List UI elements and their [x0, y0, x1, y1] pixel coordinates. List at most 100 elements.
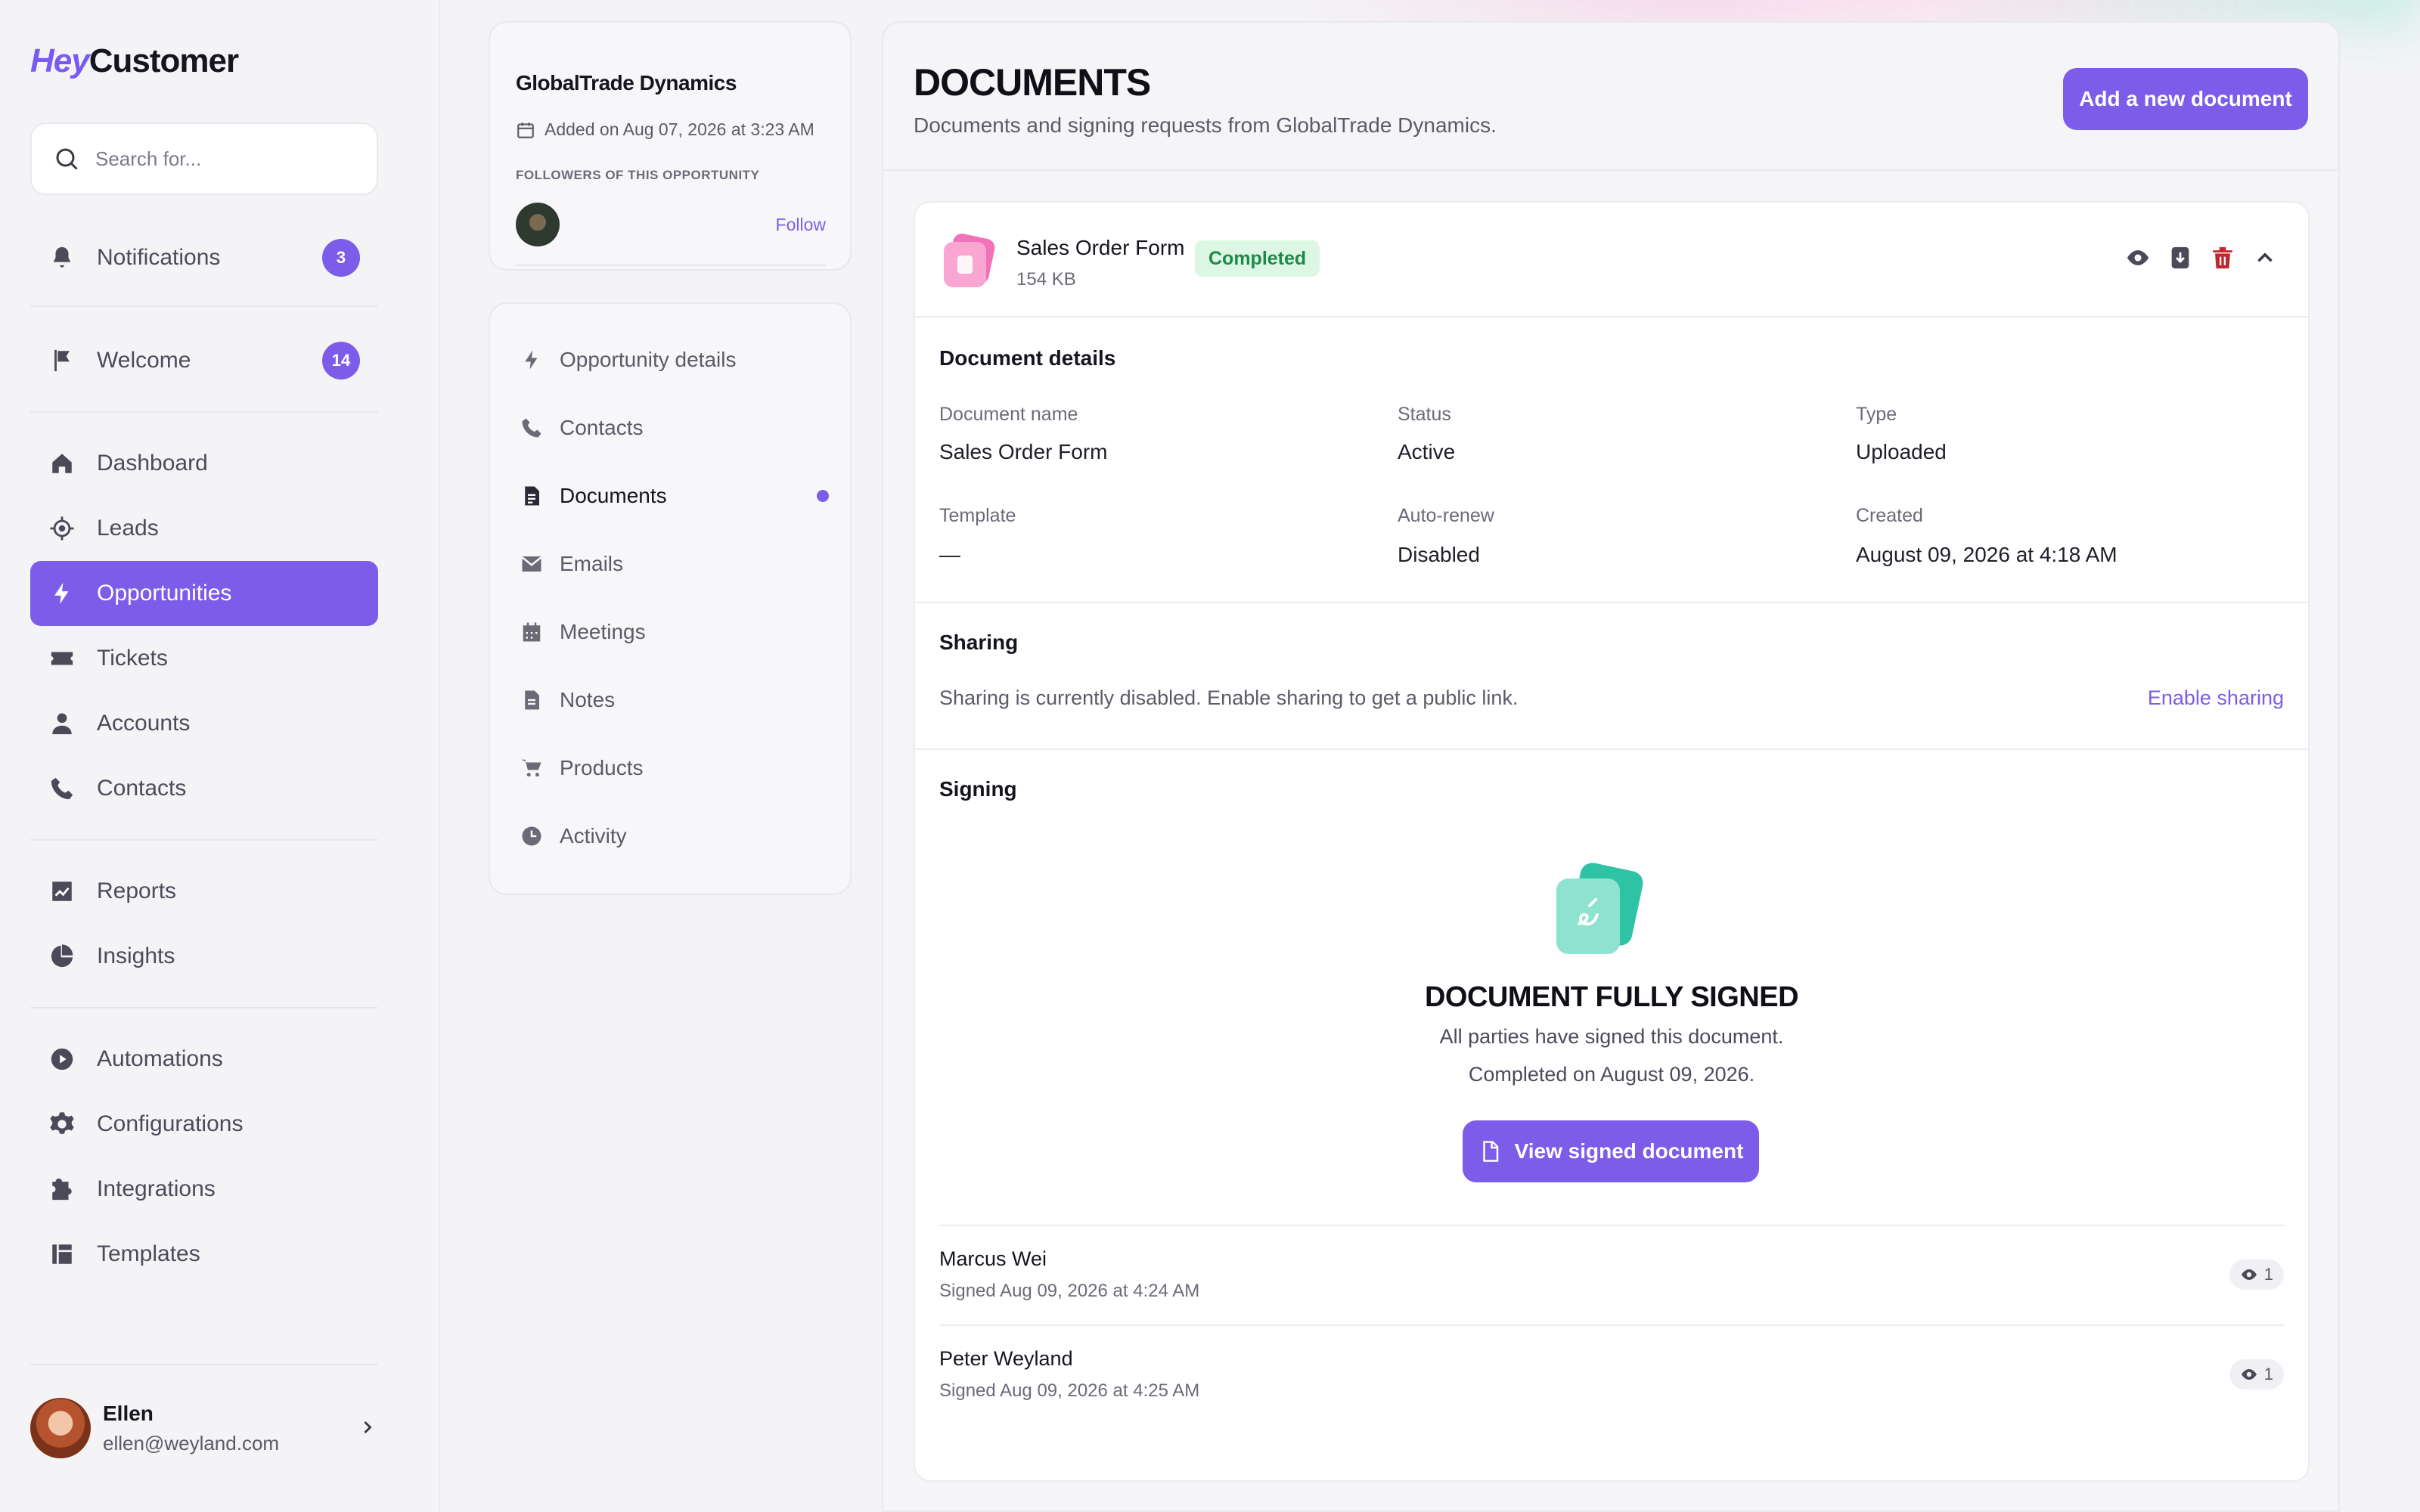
document-name-label: Document name — [939, 404, 1078, 425]
sidebar-item-templates[interactable]: Templates — [30, 1222, 378, 1287]
play-icon — [48, 1046, 76, 1073]
user-name: Ellen — [103, 1401, 154, 1425]
sidebar-item-notifications[interactable]: Notifications 3 — [30, 225, 378, 290]
sidebar-item-opportunities[interactable]: Opportunities — [30, 561, 378, 626]
pink-document-icon — [944, 234, 995, 287]
sidebar-item-label: Reports — [97, 878, 177, 903]
trash-icon[interactable] — [2210, 245, 2235, 271]
sidebar-item-label: Insights — [97, 943, 175, 968]
section-divider — [915, 602, 2308, 603]
status-badge: Completed — [1195, 240, 1320, 277]
subnav-item-activity[interactable]: Activity — [519, 813, 829, 859]
search-placeholder: Search for... — [95, 147, 202, 170]
sidebar-item-insights[interactable]: Insights — [30, 924, 378, 989]
sidebar-item-configurations[interactable]: Configurations — [30, 1092, 378, 1157]
brand-logo[interactable]: Hey Customer — [30, 42, 239, 91]
signer-row: Peter Weyland Signed Aug 09, 2026 at 4:2… — [939, 1325, 2284, 1423]
welcome-count-badge: 14 — [322, 342, 360, 380]
type-label: Type — [1856, 404, 1897, 425]
sidebar-item-accounts[interactable]: Accounts — [30, 691, 378, 756]
followers-label: FOLLOWERS OF THIS OPPORTUNITY — [516, 168, 760, 182]
section-divider — [915, 748, 2308, 750]
chevron-up-icon[interactable] — [2252, 245, 2278, 271]
signer-name: Marcus Wei — [939, 1247, 1047, 1270]
sidebar-item-dashboard[interactable]: Dashboard — [30, 431, 378, 496]
brand-logo-hey: Hey — [30, 42, 90, 79]
sidebar-divider — [30, 1364, 378, 1365]
opportunity-card: GlobalTrade Dynamics Added on Aug 07, 20… — [489, 21, 852, 271]
user-profile[interactable]: Ellen ellen@weyland.com — [30, 1394, 378, 1462]
sidebar-item-reports[interactable]: Reports — [30, 859, 378, 924]
view-count: 1 — [2263, 1365, 2273, 1383]
document-card-header[interactable]: Sales Order Form 154 KB Completed — [915, 203, 2308, 318]
sidebar-item-label: Opportunities — [97, 581, 232, 606]
calendar-icon — [519, 619, 544, 645]
subnav-item-label: Documents — [560, 484, 667, 507]
sidebar-item-label: Contacts — [97, 776, 187, 801]
subnav-item-contacts[interactable]: Contacts — [519, 405, 829, 451]
bell-icon — [48, 244, 76, 271]
sidebar-item-contacts[interactable]: Contacts — [30, 756, 378, 821]
follow-link[interactable]: Follow — [776, 215, 826, 235]
cart-icon — [519, 755, 544, 781]
documents-header: DOCUMENTS Documents and signing requests… — [883, 23, 2338, 171]
document-details-title: Document details — [939, 346, 1116, 370]
subnav-item-label: Contacts — [560, 416, 644, 439]
subnav-item-label: Opportunity details — [560, 348, 737, 371]
sidebar-item-leads[interactable]: Leads — [30, 496, 378, 561]
template-icon — [48, 1241, 76, 1268]
sidebar-item-tickets[interactable]: Tickets — [30, 626, 378, 691]
add-document-button[interactable]: Add a new document — [2063, 68, 2308, 130]
flag-icon — [48, 347, 76, 374]
download-icon[interactable] — [2167, 245, 2193, 271]
document-name-value: Sales Order Form — [939, 440, 1108, 463]
subnav-item-label: Products — [560, 756, 644, 779]
enable-sharing-link[interactable]: Enable sharing — [2148, 686, 2284, 710]
follower-avatar[interactable] — [516, 203, 560, 246]
sidebar-item-integrations[interactable]: Integrations — [30, 1157, 378, 1222]
sidebar-divider — [30, 411, 378, 413]
page-subtitle: Documents and signing requests from Glob… — [914, 113, 1497, 137]
view-count-badge[interactable]: 1 — [2229, 1359, 2284, 1390]
phone-icon — [519, 415, 544, 441]
auto-renew-value: Disabled — [1398, 543, 1480, 566]
view-count: 1 — [2263, 1265, 2273, 1284]
search-input[interactable]: Search for... — [30, 122, 378, 195]
signer-signed-date: Signed Aug 09, 2026 at 4:24 AM — [939, 1281, 1200, 1301]
sidebar-item-label: Accounts — [97, 711, 191, 736]
view-signed-document-label: View signed document — [1514, 1139, 1744, 1163]
sidebar-item-label: Dashboard — [97, 451, 208, 476]
sidebar-item-label: Welcome — [97, 348, 191, 373]
target-icon — [48, 515, 76, 542]
signing-title: Signing — [939, 777, 1017, 801]
subnav-item-documents[interactable]: Documents — [519, 473, 829, 519]
file-icon — [1482, 1141, 1498, 1162]
subnav-item-meetings[interactable]: Meetings — [519, 609, 829, 655]
sidebar-item-welcome[interactable]: Welcome 14 — [30, 328, 378, 393]
clock-icon — [519, 823, 544, 849]
subnav-item-products[interactable]: Products — [519, 745, 829, 791]
eye-icon[interactable] — [2125, 245, 2151, 271]
bolt-icon — [48, 580, 76, 607]
chart-icon — [48, 878, 76, 905]
calendar-icon — [517, 122, 534, 138]
signer-name: Peter Weyland — [939, 1347, 1073, 1370]
view-signed-document-button[interactable]: View signed document — [1463, 1120, 1759, 1182]
document-name: Sales Order Form — [1016, 236, 1185, 259]
opportunity-title: GlobalTrade Dynamics — [516, 71, 737, 94]
page-title: DOCUMENTS — [914, 61, 1151, 104]
view-count-badge[interactable]: 1 — [2229, 1259, 2284, 1290]
sidebar-item-label: Integrations — [97, 1176, 216, 1201]
sidebar-item-label: Tickets — [97, 646, 168, 671]
sidebar-item-automations[interactable]: Automations — [30, 1027, 378, 1092]
subnav-item-emails[interactable]: Emails — [519, 541, 829, 587]
subnav-item-notes[interactable]: Notes — [519, 677, 829, 723]
type-value: Uploaded — [1856, 440, 1947, 463]
puzzle-icon — [48, 1176, 76, 1203]
mail-icon — [519, 551, 544, 577]
sidebar-item-label: Notifications — [97, 245, 221, 270]
signer-signed-date: Signed Aug 09, 2026 at 4:25 AM — [939, 1380, 1200, 1401]
subnav-item-opportunity-details[interactable]: Opportunity details — [519, 337, 829, 383]
eye-icon — [2241, 1369, 2257, 1380]
template-label: Template — [939, 505, 1016, 526]
